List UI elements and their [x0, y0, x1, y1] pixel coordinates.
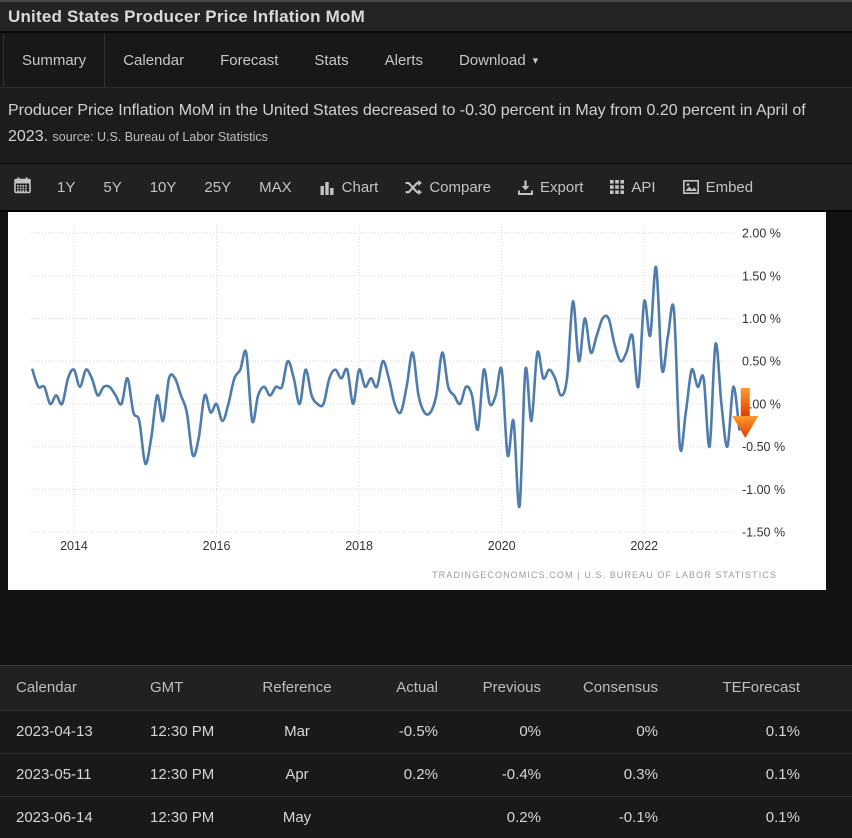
- table-header-row: Calendar GMT Reference Actual Previous C…: [0, 666, 852, 710]
- svg-text:2018: 2018: [345, 539, 373, 553]
- col-actual: Actual: [354, 666, 438, 710]
- export-button-label: Export: [540, 179, 583, 196]
- cell-reference: Apr: [224, 753, 354, 796]
- cell-previous: -0.4%: [438, 753, 541, 796]
- range-1y-button[interactable]: 1Y: [57, 179, 75, 196]
- cell-date: 2023-05-11: [0, 753, 134, 796]
- tab-download-label: Download: [459, 52, 526, 69]
- cell-consensus: 0.3%: [541, 753, 658, 796]
- svg-text:TRADINGECONOMICS.COM | U.S. BU: TRADINGECONOMICS.COM | U.S. BUREAU OF LA…: [432, 570, 777, 580]
- grid-icon: [610, 180, 624, 194]
- svg-text:2.00 %: 2.00 %: [742, 227, 781, 241]
- range-5y-button[interactable]: 5Y: [103, 179, 121, 196]
- col-calendar: Calendar: [0, 666, 134, 710]
- chart-panel: 2.00 %1.50 %1.00 %0.50 %0.00 %-0.50 %-1.…: [8, 212, 826, 590]
- cell-previous: 0%: [438, 710, 541, 753]
- tab-stats[interactable]: Stats: [296, 33, 366, 87]
- range-25y-button[interactable]: 25Y: [204, 179, 231, 196]
- cell-actual: [354, 796, 438, 838]
- calendar-icon[interactable]: [14, 177, 31, 198]
- summary-description: Producer Price Inflation MoM in the Unit…: [0, 88, 852, 163]
- compare-button[interactable]: Compare: [405, 179, 491, 196]
- svg-text:2022: 2022: [630, 539, 658, 553]
- cell-consensus: 0%: [541, 710, 658, 753]
- trend-down-arrow: [741, 388, 750, 417]
- cell-previous: 0.2%: [438, 796, 541, 838]
- col-gmt: GMT: [134, 666, 224, 710]
- tab-summary[interactable]: Summary: [3, 33, 105, 87]
- svg-text:-0.50 %: -0.50 %: [742, 440, 785, 454]
- svg-text:2020: 2020: [488, 539, 516, 553]
- table-row[interactable]: 2023-05-11 12:30 PM Apr 0.2% -0.4% 0.3% …: [0, 753, 852, 796]
- svg-text:2014: 2014: [60, 539, 88, 553]
- cell-teforecast: 0.1%: [658, 796, 800, 838]
- range-max-button[interactable]: MAX: [259, 179, 292, 196]
- nav-tabs: Summary Calendar Forecast Stats Alerts D…: [0, 33, 852, 88]
- export-button[interactable]: Export: [518, 179, 583, 196]
- bar-chart-icon: [320, 180, 335, 195]
- cell-date: 2023-04-13: [0, 710, 134, 753]
- ppi-line-chart[interactable]: 2.00 %1.50 %1.00 %0.50 %0.00 %-0.50 %-1.…: [8, 212, 826, 590]
- image-icon: [683, 180, 699, 194]
- chart-section: 1Y 5Y 10Y 25Y MAX Chart: [0, 163, 852, 665]
- api-button[interactable]: API: [610, 179, 655, 196]
- range-10y-button[interactable]: 10Y: [150, 179, 177, 196]
- compare-button-label: Compare: [429, 179, 491, 196]
- table-row[interactable]: 2023-04-13 12:30 PM Mar -0.5% 0% 0% 0.1%: [0, 710, 852, 753]
- cell-reference: Mar: [224, 710, 354, 753]
- col-teforecast: TEForecast: [658, 666, 800, 710]
- cell-actual: 0.2%: [354, 753, 438, 796]
- cell-actual: -0.5%: [354, 710, 438, 753]
- tab-download[interactable]: Download ▾: [441, 33, 556, 87]
- col-previous: Previous: [438, 666, 541, 710]
- chart-type-button[interactable]: Chart: [320, 179, 379, 196]
- shuffle-icon: [405, 180, 422, 195]
- cell-teforecast: 0.1%: [658, 753, 800, 796]
- tab-calendar[interactable]: Calendar: [105, 33, 202, 87]
- cell-gmt: 12:30 PM: [134, 753, 224, 796]
- col-consensus: Consensus: [541, 666, 658, 710]
- tab-forecast[interactable]: Forecast: [202, 33, 296, 87]
- embed-button-label: Embed: [706, 179, 754, 196]
- svg-text:-1.00 %: -1.00 %: [742, 483, 785, 497]
- download-icon: [518, 180, 533, 195]
- cell-gmt: 12:30 PM: [134, 710, 224, 753]
- title-bar: United States Producer Price Inflation M…: [0, 0, 852, 33]
- chevron-down-icon: ▾: [533, 54, 539, 67]
- svg-text:1.50 %: 1.50 %: [742, 269, 781, 283]
- table-row[interactable]: 2023-06-14 12:30 PM May 0.2% -0.1% 0.1%: [0, 796, 852, 838]
- cell-gmt: 12:30 PM: [134, 796, 224, 838]
- embed-button[interactable]: Embed: [683, 179, 754, 196]
- cell-date: 2023-06-14: [0, 796, 134, 838]
- tab-alerts[interactable]: Alerts: [367, 33, 441, 87]
- chart-button-label: Chart: [342, 179, 379, 196]
- cell-consensus: -0.1%: [541, 796, 658, 838]
- cell-reference: May: [224, 796, 354, 838]
- source-attribution: source: U.S. Bureau of Labor Statistics: [53, 130, 268, 144]
- svg-text:1.00 %: 1.00 %: [742, 312, 781, 326]
- svg-text:-1.50 %: -1.50 %: [742, 526, 785, 540]
- svg-text:2016: 2016: [203, 539, 231, 553]
- calendar-table: Calendar GMT Reference Actual Previous C…: [0, 665, 852, 838]
- cell-teforecast: 0.1%: [658, 710, 800, 753]
- page-title: United States Producer Price Inflation M…: [8, 7, 365, 27]
- chart-toolbar: 1Y 5Y 10Y 25Y MAX Chart: [0, 163, 852, 212]
- svg-text:0.50 %: 0.50 %: [742, 355, 781, 369]
- col-reference: Reference: [224, 666, 354, 710]
- api-button-label: API: [631, 179, 655, 196]
